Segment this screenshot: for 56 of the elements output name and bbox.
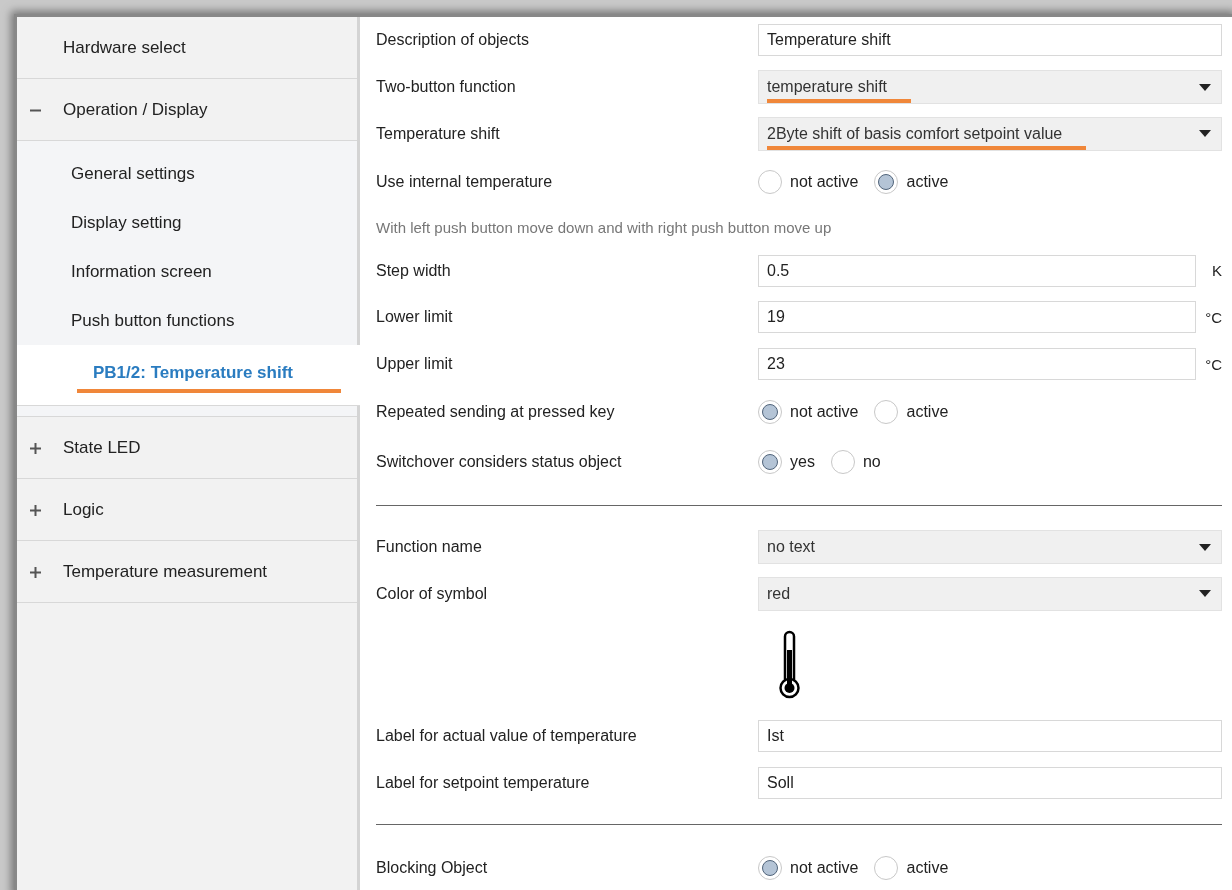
dropdown[interactable]: 2Byte shift of basis comfort setpoint value	[758, 116, 1222, 151]
plus-icon[interactable]	[29, 505, 41, 516]
field-label: Label for setpoint temperature	[376, 773, 591, 792]
radio-option[interactable]: not active	[758, 400, 859, 425]
radio-button[interactable]	[758, 449, 782, 474]
unit-label: K	[1211, 262, 1222, 279]
input-field[interactable]: Soll	[758, 766, 1222, 799]
caret-icon	[1199, 543, 1211, 551]
plus-icon[interactable]	[29, 443, 41, 454]
unit-label: °C	[1204, 355, 1222, 373]
radio-button[interactable]	[758, 400, 782, 425]
radio-button[interactable]	[758, 170, 782, 195]
dropdown[interactable]: red	[758, 576, 1222, 611]
radio-button[interactable]	[874, 856, 899, 881]
field-label: Switchover considers status object	[376, 452, 623, 471]
field-label: Step width	[376, 261, 452, 280]
input-field[interactable]: 23	[758, 348, 1196, 381]
radio-option[interactable]: active	[874, 170, 949, 195]
field-label: Description of objects	[376, 31, 530, 50]
field-label: Upper limit	[376, 355, 454, 374]
radio-option[interactable]: active	[874, 400, 949, 425]
caret-icon	[1199, 83, 1211, 91]
radio-option[interactable]: active	[874, 856, 949, 881]
input-field[interactable]: Ist	[758, 720, 1222, 753]
radio-option[interactable]: no	[830, 449, 881, 474]
input-field[interactable]: Temperature shift	[758, 24, 1222, 57]
radio-button[interactable]	[874, 170, 899, 195]
dropdown[interactable]: temperature shift	[758, 70, 1222, 105]
field-label: Use internal temperature	[376, 173, 554, 192]
input-field[interactable]: 19	[758, 301, 1196, 334]
caret-icon	[1199, 130, 1211, 138]
thermometer-icon	[776, 630, 802, 700]
sidebar-item[interactable]: Display setting	[17, 198, 357, 247]
caret-icon	[1199, 590, 1211, 598]
field-label: Lower limit	[376, 308, 454, 327]
dropdown[interactable]: no text	[758, 530, 1222, 565]
field-label: Two-button function	[376, 78, 517, 97]
field-label: Temperature shift	[376, 124, 501, 143]
sidebar-item[interactable]: Information screen	[17, 247, 357, 296]
radio-button[interactable]	[830, 449, 855, 474]
field-label: Repeated sending at pressed key	[376, 403, 616, 422]
radio-option[interactable]: not active	[758, 170, 859, 195]
sidebar-item[interactable]: General settings	[17, 149, 357, 198]
radio-option[interactable]: yes	[758, 449, 815, 474]
radio-button[interactable]	[874, 400, 899, 425]
plus-icon[interactable]	[29, 567, 41, 578]
unit-label: °C	[1204, 308, 1222, 326]
field-label: Blocking Object	[376, 859, 489, 878]
radio-button[interactable]	[758, 856, 782, 881]
radio-option[interactable]: not active	[758, 856, 859, 881]
field-label: Function name	[376, 538, 483, 557]
sidebar-item[interactable]: Push button functions	[17, 296, 357, 345]
field-label: Color of symbol	[376, 584, 489, 603]
field-label: Label for actual value of temperature	[376, 727, 638, 746]
input-field[interactable]: 0.5	[758, 254, 1196, 287]
hint-text: With left push button move down and with right push button move up	[376, 217, 833, 238]
